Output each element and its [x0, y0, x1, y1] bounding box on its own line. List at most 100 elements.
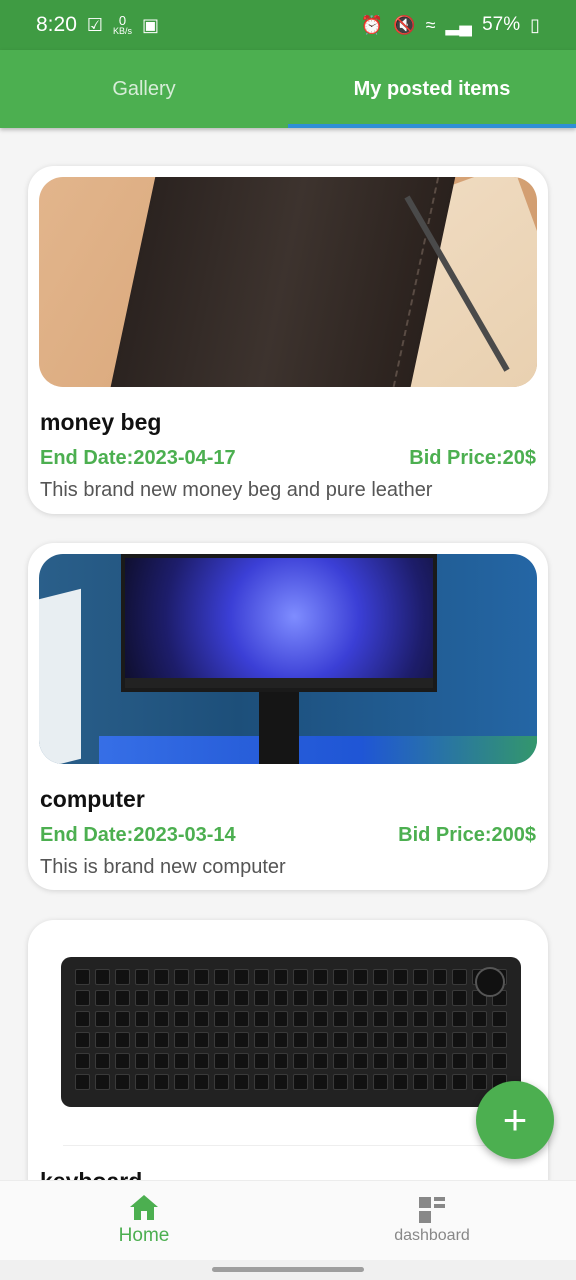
keyboard-key: [94, 1053, 110, 1069]
keyboard-key: [94, 1074, 110, 1090]
keyboard-key: [432, 1053, 448, 1069]
status-bar: 8:20 ☑ 0 KB/s ▣ ⏰ 🔇 ≈ ▂▄ 57% ▯: [0, 0, 576, 50]
keyboard-key: [293, 990, 309, 1006]
keyboard-key: [452, 1032, 468, 1048]
item-card[interactable]: keyboard: [28, 920, 548, 1180]
keyboard-key: [154, 1032, 170, 1048]
keyboard-key: [273, 1032, 289, 1048]
keyboard-key: [134, 969, 150, 985]
keyboard-key: [253, 1053, 269, 1069]
item-end-date: End Date:2023-04-17: [40, 447, 236, 469]
keyboard-key: [253, 1074, 269, 1090]
keyboard-key: [114, 990, 130, 1006]
keyboard-key: [452, 969, 468, 985]
item-list[interactable]: money beg End Date:2023-04-17 Bid Price:…: [0, 128, 576, 1180]
keyboard-key: [333, 1074, 349, 1090]
keyboard-key: [392, 1053, 408, 1069]
keyboard-key: [353, 1011, 368, 1027]
item-title: keyboard: [39, 1168, 537, 1180]
keyboard-key: [214, 1011, 229, 1027]
keyboard-key: [194, 990, 210, 1006]
battery-percent: 57%: [482, 14, 521, 35]
image-notification-icon: ▣: [142, 15, 160, 35]
battery-icon: ▯: [530, 15, 540, 35]
keyboard-key: [75, 990, 90, 1006]
keyboard-key: [134, 990, 150, 1006]
keyboard-key: [372, 990, 388, 1006]
keyboard-key: [94, 1011, 110, 1027]
keyboard-key: [293, 969, 309, 985]
keyboard-key: [114, 1053, 130, 1069]
monitor-screen: [125, 558, 433, 688]
home-gesture-indicator[interactable]: [212, 1267, 364, 1272]
item-description: This is brand new computer: [40, 856, 286, 878]
keyboard-key: [75, 969, 90, 985]
keyboard-key: [392, 969, 408, 985]
status-right: ⏰ 🔇 ≈ ▂▄ 57% ▯: [361, 14, 540, 36]
keyboard-key: [174, 1053, 190, 1069]
keyboard-key: [214, 1074, 229, 1090]
keyboard-key: [134, 1011, 150, 1027]
keyboard-key: [392, 1074, 408, 1090]
keyboard-key: [412, 1011, 428, 1027]
keyboard-key: [432, 969, 448, 985]
keyboard-key: [372, 1011, 388, 1027]
status-time: 8:20: [36, 13, 77, 36]
keyboard-key: [313, 1074, 329, 1090]
keyboard-key: [392, 990, 408, 1006]
tab-my-posted-items-label: My posted items: [353, 77, 511, 100]
keyboard-key: [273, 1074, 289, 1090]
tab-my-posted-items[interactable]: My posted items: [288, 50, 576, 128]
wallet-graphic: [108, 177, 460, 387]
monitor-stand-graphic: [259, 692, 299, 764]
plus-icon: +: [502, 1096, 528, 1143]
item-image-wallet: [39, 177, 537, 387]
keyboard-key: [134, 1032, 150, 1048]
keyboard-key: [214, 990, 229, 1006]
keyboard-key: [194, 1074, 210, 1090]
keyboard-key: [353, 969, 368, 985]
home-icon: [130, 1194, 158, 1221]
keyboard-key: [154, 990, 170, 1006]
keyboard-key: [233, 1074, 249, 1090]
keyboard-key: [293, 1053, 309, 1069]
keyboard-key: [233, 969, 249, 985]
keyboard-key: [75, 1053, 90, 1069]
nav-item-home[interactable]: Home: [0, 1181, 288, 1260]
keyboard-key: [174, 1011, 190, 1027]
tab-gallery[interactable]: Gallery: [0, 50, 288, 128]
keyboard-key: [492, 1032, 507, 1048]
keyboard-key: [94, 1032, 110, 1048]
bottom-nav: Home dashboard: [0, 1180, 576, 1260]
keyboard-key: [233, 1032, 249, 1048]
net-speed-indicator: 0 KB/s: [113, 14, 132, 36]
item-card[interactable]: computer End Date:2023-03-14 Bid Price:2…: [28, 543, 548, 890]
keyboard-key: [75, 1032, 90, 1048]
keyboard-key: [154, 1011, 170, 1027]
card-divider: [63, 1145, 513, 1146]
keyboard-key: [253, 990, 269, 1006]
nav-label-home: Home: [118, 1224, 170, 1246]
status-left: 8:20 ☑ 0 KB/s ▣: [36, 13, 159, 37]
keyboard-key: [412, 969, 428, 985]
keyboard-key: [472, 1053, 488, 1069]
monitor-taskbar: [125, 678, 433, 688]
item-meta: End Date:2023-03-14 Bid Price:200$: [39, 824, 537, 847]
keyboard-key: [194, 1011, 210, 1027]
add-item-button[interactable]: +: [476, 1081, 554, 1159]
desk-glow-graphic: [99, 736, 537, 764]
keyboard-key: [253, 1032, 269, 1048]
keyboard-knob: [475, 967, 505, 997]
keyboard-key: [293, 1032, 309, 1048]
keyboard-key: [412, 1053, 428, 1069]
keyboard-key: [174, 990, 190, 1006]
tab-gallery-label: Gallery: [112, 77, 176, 100]
keyboard-key: [154, 969, 170, 985]
keyboard-key: [94, 990, 110, 1006]
keyboard-key: [114, 1074, 130, 1090]
keyboard-key: [114, 1011, 130, 1027]
keyboard-key: [372, 1074, 388, 1090]
keyboard-key: [452, 990, 468, 1006]
nav-item-dashboard[interactable]: dashboard: [288, 1181, 576, 1260]
item-card[interactable]: money beg End Date:2023-04-17 Bid Price:…: [28, 166, 548, 514]
